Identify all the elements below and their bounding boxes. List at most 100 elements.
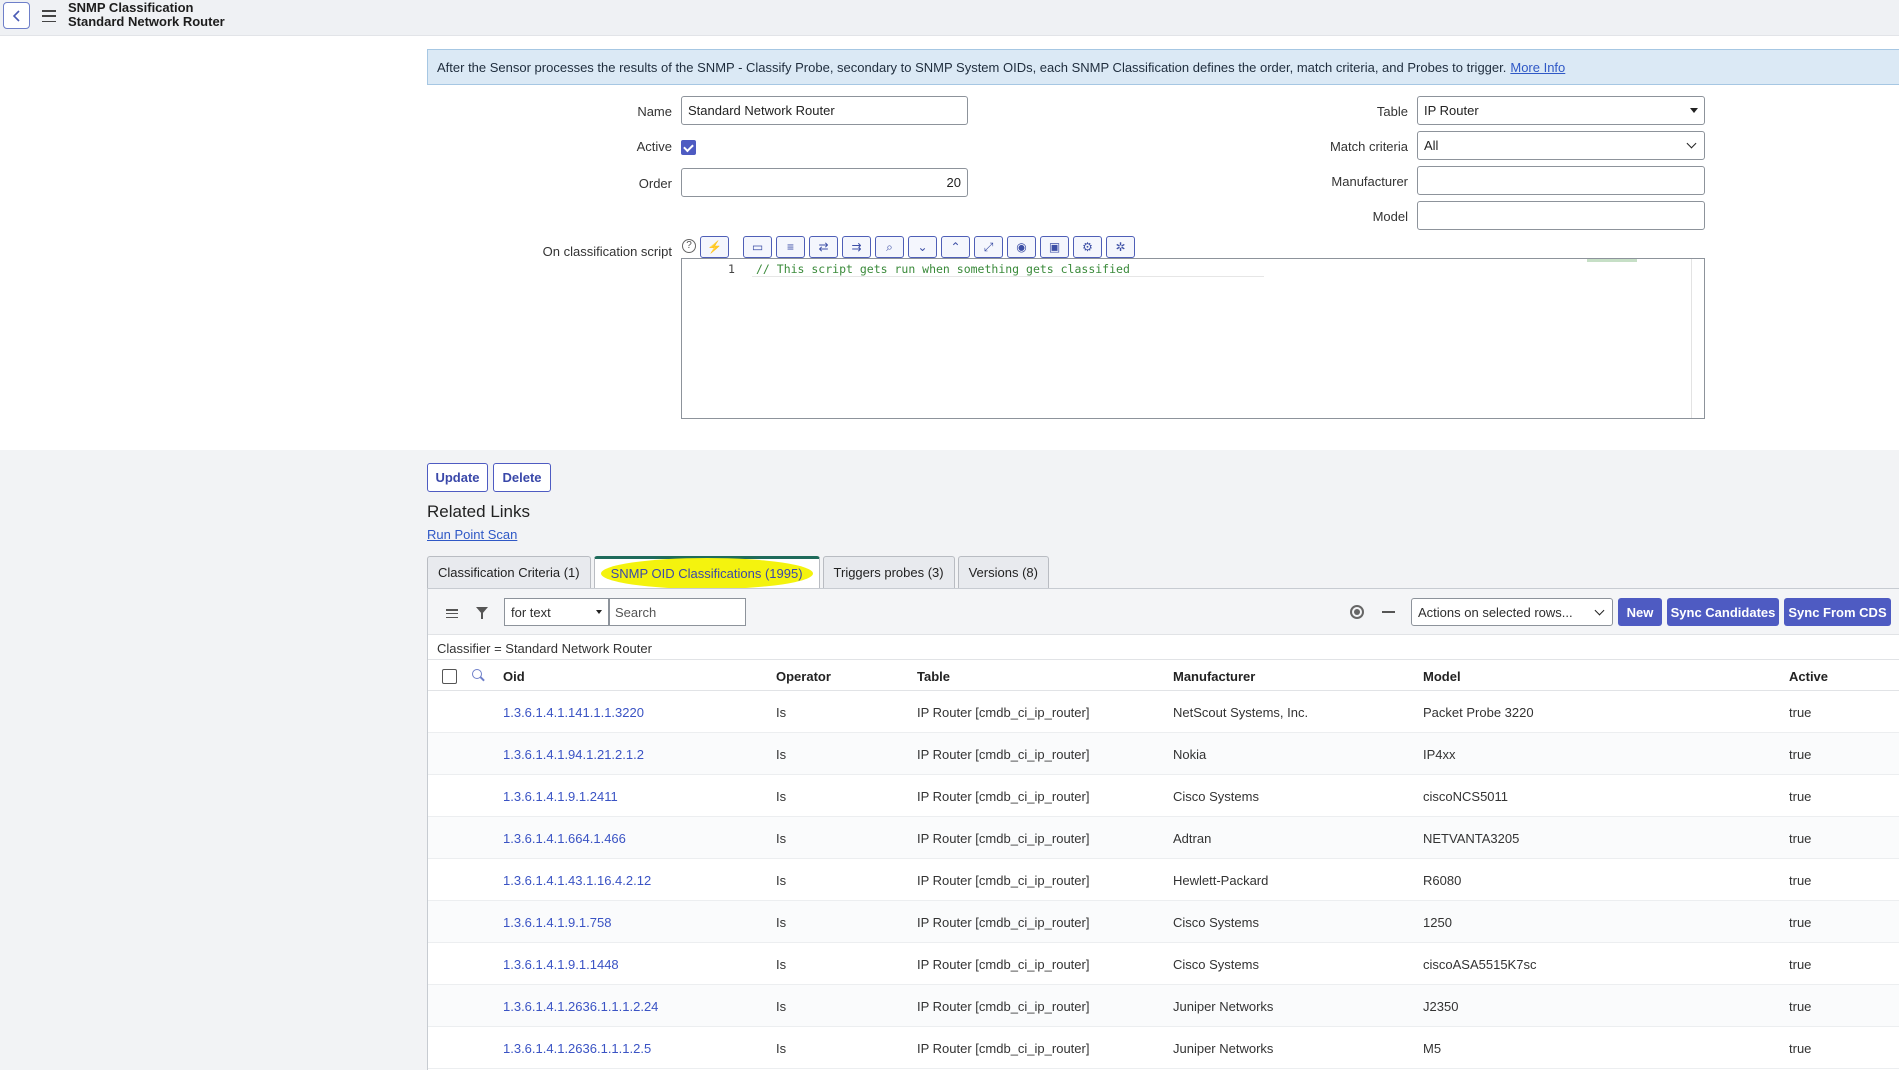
table-row[interactable]: 1.3.6.1.4.1.141.1.1.3220 Is IP Router [cmd… bbox=[428, 691, 1899, 733]
find-next-icon[interactable]: ⌄ bbox=[908, 236, 937, 258]
name-label: Name bbox=[637, 104, 672, 119]
table-row[interactable]: 1.3.6.1.4.1.43.1.16.4.2.12 Is IP Router [c… bbox=[428, 859, 1899, 901]
comment-icon[interactable]: ▭ bbox=[743, 236, 772, 258]
related-list: for text Search Actions on selected rows… bbox=[427, 588, 1899, 1070]
filter-breadcrumb[interactable]: Classifier = Standard Network Router bbox=[437, 641, 652, 656]
replace-all-icon[interactable]: ⇉ bbox=[842, 236, 871, 258]
operator-cell: Is bbox=[776, 999, 787, 1014]
operator-cell: Is bbox=[776, 789, 787, 804]
filter-icon[interactable] bbox=[476, 607, 488, 619]
script-editor[interactable]: 1 // This script gets run when something… bbox=[681, 258, 1705, 419]
toggle-syntax-icon[interactable]: ⚡ bbox=[700, 236, 729, 258]
replace-icon[interactable]: ⇄ bbox=[809, 236, 838, 258]
model-field[interactable] bbox=[1417, 201, 1705, 230]
update-button[interactable]: Update bbox=[427, 463, 488, 492]
oid-link[interactable]: 1.3.6.1.4.1.141.1.1.3220 bbox=[503, 705, 644, 720]
editor-scrollbar[interactable] bbox=[1691, 259, 1692, 418]
column-header-table[interactable]: Table bbox=[917, 669, 950, 684]
more-info-link[interactable]: More Info bbox=[1510, 60, 1565, 75]
table-row[interactable]: 1.3.6.1.4.1.94.1.21.2.1.2 Is IP Router [cm… bbox=[428, 733, 1899, 775]
oid-link[interactable]: 1.3.6.1.4.1.2636.1.1.1.2.5 bbox=[503, 1041, 651, 1056]
oid-link[interactable]: 1.3.6.1.4.1.43.1.16.4.2.12 bbox=[503, 873, 651, 888]
list-menu-icon[interactable] bbox=[446, 609, 458, 618]
active-cell: true bbox=[1789, 705, 1812, 720]
operator-cell: Is bbox=[776, 957, 787, 972]
oid-link[interactable]: 1.3.6.1.4.1.2636.1.1.1.2.24 bbox=[503, 999, 658, 1014]
context-menu-icon[interactable] bbox=[42, 10, 56, 22]
search-icon[interactable]: ⌕ bbox=[875, 236, 904, 258]
column-header-active[interactable]: Active bbox=[1789, 669, 1828, 684]
manufacturer-cell: Adtran bbox=[1173, 831, 1212, 846]
save-icon[interactable]: ▣ bbox=[1040, 236, 1069, 258]
info-banner-text: After the Sensor processes the results o… bbox=[437, 59, 1507, 75]
minimap bbox=[1587, 259, 1637, 262]
collapse-icon[interactable] bbox=[1382, 611, 1395, 613]
fullscreen-icon[interactable]: ⤢ bbox=[974, 236, 1003, 258]
table-row[interactable]: 1.3.6.1.4.1.664.1.466 Is IP Router [cmdb_c… bbox=[428, 817, 1899, 859]
operator-cell: Is bbox=[776, 747, 787, 762]
sync-candidates-button[interactable]: Sync Candidates bbox=[1667, 598, 1779, 626]
find-previous-icon[interactable]: ⌃ bbox=[941, 236, 970, 258]
table-row[interactable]: 1.3.6.1.4.1.2636.1.1.1.2.24 Is IP Router [… bbox=[428, 985, 1899, 1027]
name-field[interactable]: Standard Network Router bbox=[681, 96, 968, 125]
active-checkbox[interactable] bbox=[681, 140, 696, 155]
tab-versions[interactable]: Versions (8) bbox=[957, 556, 1049, 588]
oid-link[interactable]: 1.3.6.1.4.1.9.1.2411 bbox=[503, 789, 618, 804]
manufacturer-cell: Cisco Systems bbox=[1173, 957, 1259, 972]
tab-snmp-oid-classifications[interactable]: SNMP OID Classifications (1995) bbox=[593, 556, 820, 588]
table-row[interactable]: 1.3.6.1.4.1.2636.1.1.1.2.5 Is IP Router [c… bbox=[428, 1027, 1899, 1069]
column-header-manufacturer[interactable]: Manufacturer bbox=[1173, 669, 1255, 684]
delete-button[interactable]: Delete bbox=[493, 463, 551, 492]
run-point-scan-link[interactable]: Run Point Scan bbox=[427, 527, 517, 542]
back-button[interactable] bbox=[3, 2, 30, 29]
order-field[interactable]: 20 bbox=[681, 168, 968, 197]
tab-triggers-probes[interactable]: Triggers probes (3) bbox=[822, 556, 955, 588]
manufacturer-field[interactable] bbox=[1417, 166, 1705, 195]
info-banner: After the Sensor processes the results o… bbox=[427, 49, 1899, 85]
format-code-icon[interactable]: ≡ bbox=[776, 236, 805, 258]
actions-select[interactable]: Actions on selected rows... bbox=[1411, 598, 1613, 626]
script-debugger-icon[interactable]: ⚙ bbox=[1073, 236, 1102, 258]
active-cell: true bbox=[1789, 789, 1812, 804]
oid-link[interactable]: 1.3.6.1.4.1.664.1.466 bbox=[503, 831, 626, 846]
current-line-marker bbox=[752, 276, 1264, 277]
model-cell: ciscoASA5515K7sc bbox=[1423, 957, 1537, 972]
oid-link[interactable]: 1.3.6.1.4.1.9.1.758 bbox=[503, 915, 611, 930]
table-cell: IP Router [cmdb_ci_ip_router] bbox=[917, 1041, 1090, 1056]
active-cell: true bbox=[1789, 915, 1812, 930]
form-header: SNMP Classification Standard Network Rou… bbox=[0, 0, 1899, 36]
oid-link[interactable]: 1.3.6.1.4.1.9.1.1448 bbox=[503, 957, 619, 972]
table-row[interactable]: 1.3.6.1.4.1.9.1.758 Is IP Router [cmdb_ci_… bbox=[428, 901, 1899, 943]
related-links-title: Related Links bbox=[427, 502, 531, 521]
manufacturer-cell: Nokia bbox=[1173, 747, 1207, 762]
model-cell: IP4xx bbox=[1423, 747, 1456, 762]
active-cell: true bbox=[1789, 831, 1812, 846]
match-criteria-select[interactable]: All bbox=[1417, 131, 1705, 160]
help-icon[interactable]: ? bbox=[682, 239, 696, 253]
new-button[interactable]: New bbox=[1618, 598, 1662, 626]
column-header-model[interactable]: Model bbox=[1423, 669, 1461, 684]
table-select[interactable]: IP Router bbox=[1417, 96, 1705, 125]
page-title-record: Standard Network Router bbox=[68, 14, 225, 29]
select-all-checkbox[interactable] bbox=[442, 669, 457, 684]
sync-from-cds-button[interactable]: Sync From CDS bbox=[1784, 598, 1891, 626]
help-circle-icon[interactable]: ◉ bbox=[1007, 236, 1036, 258]
order-label: Order bbox=[638, 176, 672, 191]
table-row[interactable]: 1.3.6.1.4.1.9.1.1448 Is IP Router [cmdb_ci… bbox=[428, 943, 1899, 985]
code-line[interactable]: // This script gets run when something g… bbox=[756, 262, 1130, 276]
manufacturer-cell: NetScout Systems, Inc. bbox=[1173, 705, 1309, 720]
column-search-icon[interactable] bbox=[472, 669, 482, 679]
oid-link[interactable]: 1.3.6.1.4.1.94.1.21.2.1.2 bbox=[503, 747, 644, 762]
gear-icon[interactable] bbox=[1350, 605, 1364, 619]
table-row[interactable]: 1.3.6.1.4.1.9.1.2411 Is IP Router [cmdb_ci… bbox=[428, 775, 1899, 817]
column-header-oid[interactable]: Oid bbox=[503, 669, 525, 684]
tab-classification-criteria[interactable]: Classification Criteria (1) bbox=[427, 556, 591, 588]
column-header-operator[interactable]: Operator bbox=[776, 669, 831, 684]
actions-select-value: Actions on selected rows... bbox=[1418, 604, 1573, 620]
search-field-select[interactable]: for text bbox=[504, 598, 609, 626]
operator-cell: Is bbox=[776, 831, 787, 846]
search-input[interactable]: Search bbox=[609, 598, 746, 626]
model-cell: 1250 bbox=[1423, 915, 1452, 930]
table-cell: IP Router [cmdb_ci_ip_router] bbox=[917, 999, 1090, 1014]
settings-icon[interactable]: ✲ bbox=[1106, 236, 1135, 258]
